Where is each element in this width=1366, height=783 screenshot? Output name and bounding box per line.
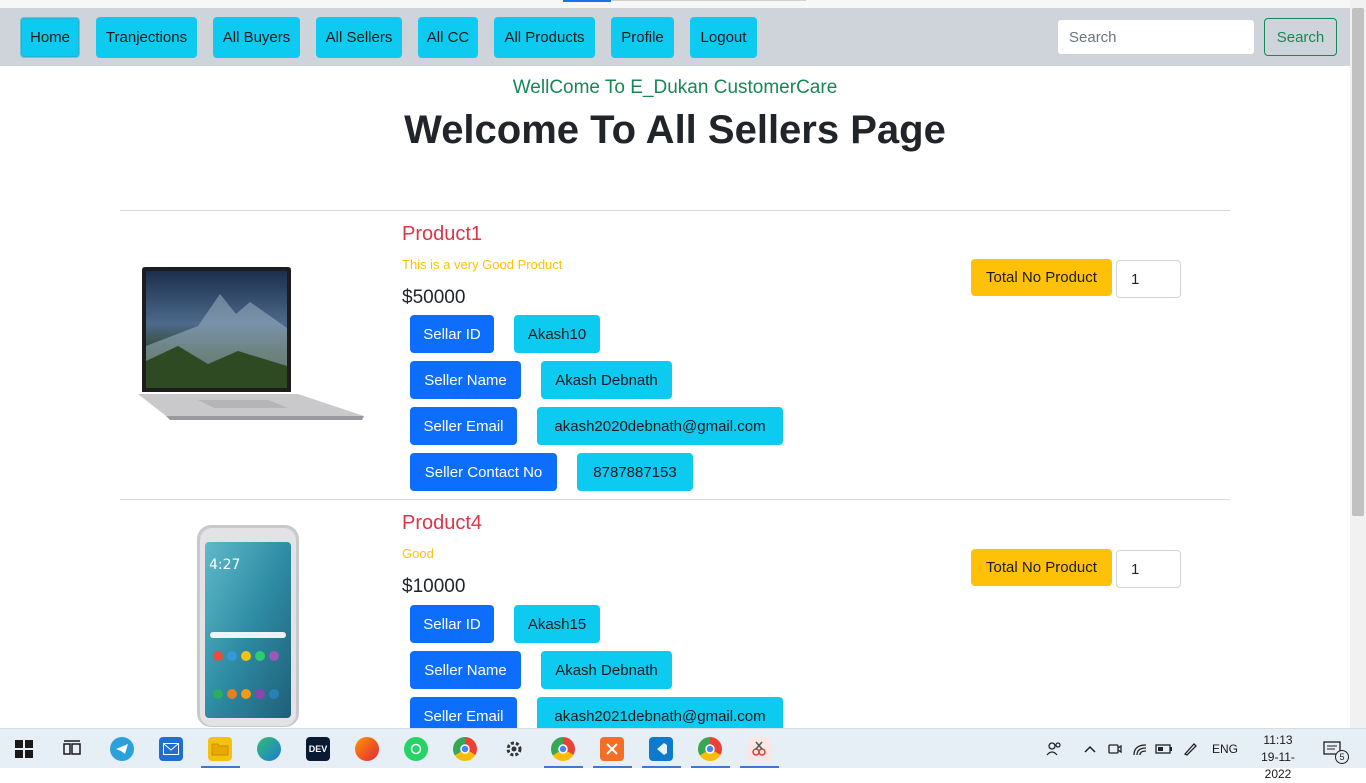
quantity-input[interactable]: 1 [1116, 550, 1181, 588]
people-icon[interactable] [1045, 729, 1063, 769]
chrome-second-profile-icon[interactable] [698, 737, 722, 761]
page-title: Welcome To All Sellers Page [404, 108, 946, 152]
windows-taskbar: DEV ENG 11:13 19-11-2022 5 [0, 728, 1366, 781]
product-name: Product1 [402, 223, 483, 245]
product-price: $50000 [402, 287, 466, 308]
seller-name-label[interactable]: Seller Name [410, 361, 521, 399]
phone-image: 4:27 [196, 524, 300, 728]
whatsapp-icon[interactable] [404, 737, 428, 761]
welcome-text: WellCome To E_Dukan CustomerCare [512, 77, 838, 98]
seller-email-value[interactable]: akash2020debnath@gmail.com [537, 407, 783, 445]
chevron-up-icon[interactable] [1083, 729, 1097, 769]
svg-text:4:27: 4:27 [209, 557, 240, 573]
quantity-input[interactable]: 1 [1116, 260, 1181, 298]
total-no-product-button[interactable]: Total No Product [971, 549, 1112, 586]
xampp-icon[interactable] [600, 737, 624, 761]
tab-strip-line [611, 0, 806, 1]
vscode-icon[interactable] [649, 737, 673, 761]
seller-id-label[interactable]: Sellar ID [410, 605, 494, 643]
battery-icon[interactable] [1155, 729, 1173, 769]
chrome-profile-icon[interactable] [551, 737, 575, 761]
laptop-image [138, 266, 368, 421]
search-input[interactable]: Search [1057, 19, 1255, 55]
seller-email-label[interactable]: Seller Email [410, 407, 517, 445]
active-tab-indicator [563, 0, 611, 2]
edge-icon[interactable] [257, 737, 281, 761]
seller-contact-value[interactable]: 8787887153 [577, 453, 693, 491]
seller-name-value[interactable]: Akash Debnath [541, 361, 672, 399]
chrome-icon[interactable] [453, 737, 477, 761]
mail-icon[interactable] [159, 737, 183, 761]
pen-icon[interactable] [1182, 729, 1198, 769]
nav-profile-button[interactable]: Profile [611, 17, 674, 58]
search-button[interactable]: Search [1264, 18, 1337, 56]
telegram-icon[interactable] [110, 737, 134, 761]
navbar: Home Tranjections All Buyers All Sellers… [0, 8, 1350, 66]
nav-all-cc-button[interactable]: All CC [418, 17, 478, 58]
nav-all-sellers-button[interactable]: All Sellers [316, 17, 402, 58]
seller-name-value[interactable]: Akash Debnath [541, 651, 672, 689]
nav-tranjections-button[interactable]: Tranjections [96, 17, 197, 58]
product-card: 4:27 Product4 Good $10000 Sellar ID Akas… [120, 500, 1230, 735]
language-indicator[interactable]: ENG [1212, 729, 1238, 769]
seller-id-value[interactable]: Akash10 [514, 315, 600, 353]
clock-date: 19-11-2022 [1261, 750, 1295, 781]
product-description: This is a very Good Product [402, 257, 563, 272]
task-view-icon[interactable] [60, 737, 84, 761]
windows-start-icon[interactable] [12, 737, 36, 761]
dev-app-icon[interactable]: DEV [306, 737, 330, 761]
seller-name-label[interactable]: Seller Name [410, 651, 521, 689]
seller-id-value[interactable]: Akash15 [514, 605, 600, 643]
wifi-icon[interactable] [1132, 729, 1148, 769]
product-description: Good [402, 546, 434, 561]
notification-count-badge: 5 [1335, 750, 1349, 764]
product-card: Product1 This is a very Good Product $50… [120, 211, 1230, 499]
product-name: Product4 [402, 512, 483, 534]
nav-logout-button[interactable]: Logout [690, 17, 757, 58]
seller-id-label[interactable]: Sellar ID [410, 315, 494, 353]
dev-app-label: DEV [308, 744, 328, 754]
firefox-icon[interactable] [355, 737, 379, 761]
meet-now-icon[interactable] [1107, 729, 1123, 769]
clock[interactable]: 11:13 19-11-2022 [1249, 732, 1307, 783]
nav-all-products-button[interactable]: All Products [494, 17, 595, 58]
snipping-tool-icon[interactable] [747, 737, 771, 761]
settings-gear-icon[interactable] [502, 737, 526, 761]
file-explorer-icon[interactable] [208, 737, 232, 761]
scrollbar-thumb[interactable] [1352, 8, 1364, 516]
seller-contact-label[interactable]: Seller Contact No [410, 453, 557, 491]
clock-time: 11:13 [1263, 733, 1293, 747]
nav-home-button[interactable]: Home [20, 17, 80, 58]
browser-top-strip [0, 0, 1366, 8]
total-no-product-button[interactable]: Total No Product [971, 259, 1112, 296]
nav-all-buyers-button[interactable]: All Buyers [213, 17, 300, 58]
product-price: $10000 [402, 576, 466, 597]
